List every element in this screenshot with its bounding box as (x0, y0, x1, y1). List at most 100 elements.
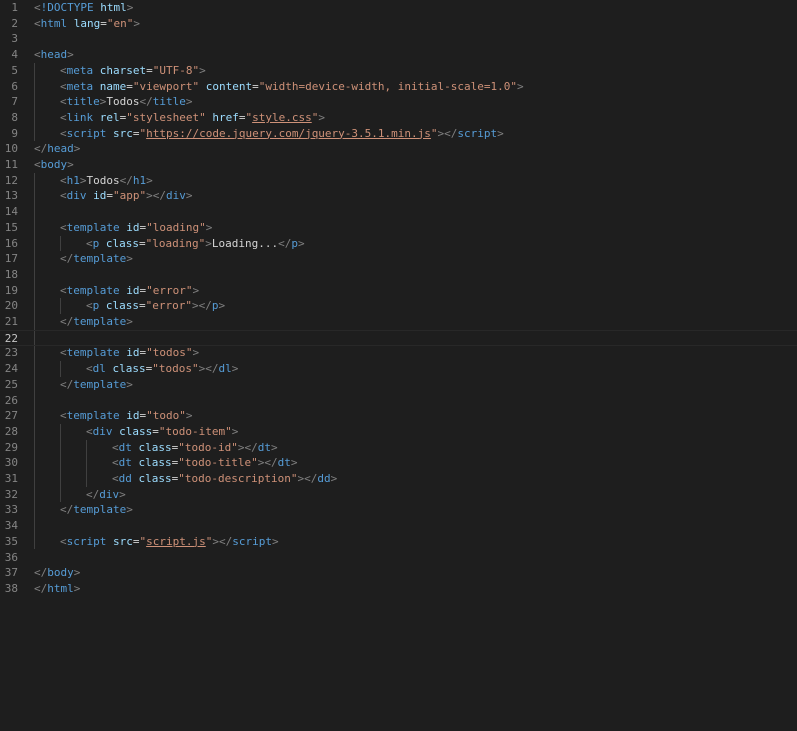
code-token: body (47, 566, 74, 580)
code-line[interactable]: 8 <link rel="stylesheet" href="style.css"… (0, 110, 797, 126)
code-line[interactable]: 4 <head> (0, 47, 797, 63)
code-token: "todo" (146, 409, 186, 423)
code-token: https://code.jquery.com/jquery-3.5.1.min… (146, 126, 431, 140)
line-number: 12 (4, 173, 18, 187)
code-line[interactable]: 25 </template> (0, 377, 797, 393)
code-line[interactable]: 34 (0, 518, 797, 534)
code-line[interactable]: 31 <dd class="todo-description"></dd> (0, 471, 797, 487)
code-token: </ (278, 236, 292, 250)
code-token: dt (257, 440, 271, 454)
code-token: > (330, 472, 338, 485)
code-token: "width=device-width, initial-scale=1.0" (258, 79, 517, 93)
code-line[interactable]: 22 (0, 329, 797, 346)
code-token: < (60, 534, 67, 548)
code-line[interactable]: 27 <template id="todo"> (0, 408, 797, 424)
code-line[interactable]: 19 <template id="error"> (0, 283, 797, 299)
code-line[interactable]: 24 <dl class="todos"></dl> (0, 361, 797, 377)
code-line[interactable]: 35 <script src="script.js"></script> (0, 534, 797, 550)
code-token: ></ (437, 126, 458, 140)
code-token: dt (118, 456, 132, 470)
code-token: template (73, 377, 127, 391)
code-line[interactable]: 14 (0, 204, 797, 220)
code-line[interactable]: 36 (0, 550, 797, 566)
line-code: </template> (60, 314, 133, 330)
code-token: = (100, 16, 107, 30)
code-line[interactable]: 15 <template id="loading"> (0, 220, 797, 236)
code-token: < (86, 362, 93, 376)
code-line[interactable]: 29 <dt class="todo-id"></dt> (0, 440, 797, 456)
code-line[interactable]: 17 </template> (0, 251, 797, 267)
code-token: < (86, 424, 93, 438)
code-token: Loading... (211, 236, 279, 250)
line-code: <head> (34, 47, 74, 63)
line-number: 17 (4, 252, 18, 266)
code-token: "todo-id" (178, 440, 238, 454)
code-token: < (60, 189, 67, 203)
line-number: 32 (4, 487, 18, 501)
code-line[interactable]: 37 </body> (0, 565, 797, 581)
code-line[interactable]: 3 (0, 31, 797, 47)
code-token: dd (118, 472, 132, 485)
code-line[interactable]: 2 <html lang="en"> (0, 16, 797, 32)
code-token: "loading" (145, 236, 206, 250)
code-line[interactable]: 12 <h1>Todos</h1> (0, 173, 797, 189)
code-token: name (99, 79, 127, 93)
code-token: content (205, 79, 253, 93)
code-token: h1 (132, 173, 147, 187)
line-code: <body> (34, 157, 74, 173)
code-editor[interactable]: 1 <!DOCTYPE html> 2 <html lang="en"> 3 4 <head… (0, 0, 797, 731)
code-line[interactable]: 20 <p class="error"></p> (0, 298, 797, 314)
code-line[interactable]: 33 </template> (0, 502, 797, 518)
code-token: < (34, 48, 41, 62)
code-line[interactable]: 30 <dt class="todo-title"></dt> (0, 455, 797, 471)
code-line[interactable]: 6 <meta name="viewport" content="width=de… (0, 79, 797, 95)
code-token: < (60, 110, 67, 124)
code-token: = (139, 299, 146, 313)
code-line[interactable]: 11 <body> (0, 157, 797, 173)
line-number: 8 (11, 110, 18, 124)
code-line[interactable]: 13 <div id="app"></div> (0, 188, 797, 204)
code-line[interactable]: 23 <template id="todos"> (0, 345, 797, 361)
code-token: charset (99, 63, 147, 77)
code-token: < (60, 126, 67, 140)
code-token: "error" (146, 283, 193, 297)
code-line[interactable]: 10 </head> (0, 141, 797, 157)
code-token: > (126, 1, 134, 14)
code-line[interactable]: 16 <p class="loading">Loading...</p> (0, 236, 797, 252)
code-line[interactable]: 26 (0, 393, 797, 409)
line-number: 6 (11, 79, 18, 93)
code-token: "todos" (146, 346, 193, 360)
code-token: > (126, 503, 133, 517)
code-token: script (232, 534, 272, 548)
code-token: </ (139, 95, 153, 109)
code-token: div (92, 424, 113, 438)
line-code: </body> (34, 565, 80, 581)
line-number: 5 (11, 63, 18, 77)
code-token: id (126, 409, 140, 423)
code-token: class (112, 362, 146, 376)
line-code: <meta name="viewport" content="width=dev… (60, 79, 524, 95)
code-line[interactable]: 5 <meta charset="UTF-8"> (0, 63, 797, 79)
code-token: script (457, 126, 498, 140)
code-line[interactable]: 32 </div> (0, 487, 797, 503)
code-token: = (139, 236, 146, 250)
code-token: > (297, 236, 305, 250)
code-line[interactable]: 9 <script src="https://code.jquery.com/jq… (0, 126, 797, 142)
code-token: ></ (198, 362, 219, 376)
line-number: 30 (4, 456, 18, 470)
code-token: dt (118, 440, 132, 454)
line-code: <script src="script.js"></script> (60, 534, 279, 550)
line-code: <h1>Todos</h1> (60, 173, 153, 189)
code-line[interactable]: 1 <!DOCTYPE html> (0, 0, 797, 16)
code-token: </ (34, 142, 48, 156)
code-line[interactable]: 21 </template> (0, 314, 797, 330)
code-token: < (60, 220, 67, 234)
code-line[interactable]: 18 (0, 267, 797, 283)
code-token: > (497, 126, 504, 140)
code-line[interactable]: 38 </html> (0, 581, 797, 597)
code-token: div (99, 487, 120, 501)
code-line[interactable]: 28 <div class="todo-item"> (0, 424, 797, 440)
code-line[interactable]: 7 <title>Todos</title> (0, 94, 797, 110)
code-token: > (199, 63, 206, 77)
